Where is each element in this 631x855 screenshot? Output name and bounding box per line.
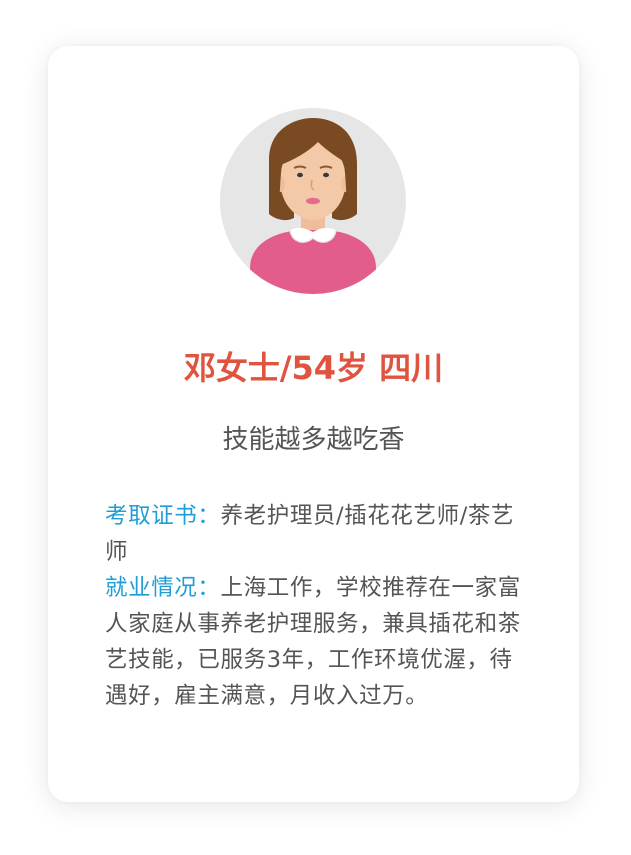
certificates-paragraph: 考取证书：养老护理员/插花花艺师/茶艺师 (105, 498, 523, 570)
woman-avatar-icon (220, 108, 406, 294)
profile-card: 邓女士/54岁 四川 技能越多越吃香 考取证书：养老护理员/插花花艺师/茶艺师 … (48, 46, 579, 802)
profile-subtitle: 技能越多越吃香 (222, 425, 405, 455)
profile-details: 考取证书：养老护理员/插花花艺师/茶艺师 就业情况：上海工作，学校推荐在一家富人… (105, 498, 523, 714)
certificates-label: 考取证书： (105, 503, 221, 529)
employment-label: 就业情况： (105, 575, 221, 601)
employment-paragraph: 就业情况：上海工作，学校推荐在一家富人家庭从事养老护理服务，兼具插花和茶艺技能，… (105, 570, 523, 714)
person-name-age-origin: 邓女士/54岁 四川 (183, 349, 444, 387)
